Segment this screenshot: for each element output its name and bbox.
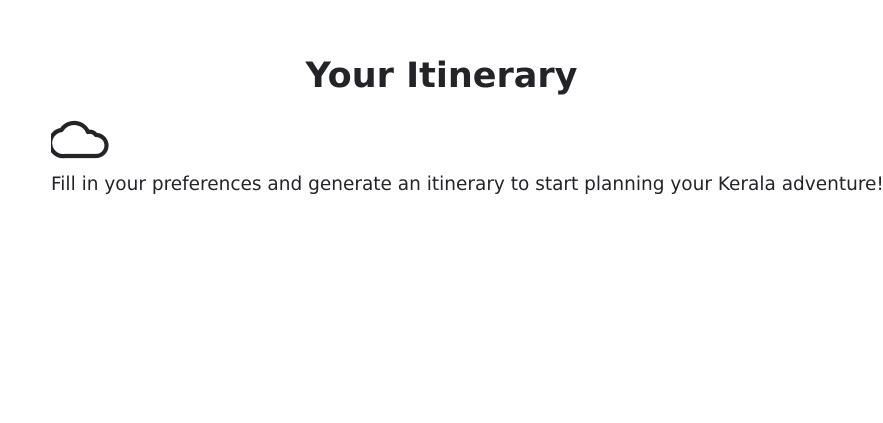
empty-state-message: Fill in your preferences and generate an… <box>51 174 883 195</box>
page: Your Itinerary Fill in your preferences … <box>0 0 883 423</box>
empty-state: Fill in your preferences and generate an… <box>51 116 883 195</box>
cloud-icon <box>51 116 851 160</box>
page-title: Your Itinerary <box>305 56 578 96</box>
itinerary-panel: Your Itinerary Fill in your preferences … <box>0 0 883 423</box>
